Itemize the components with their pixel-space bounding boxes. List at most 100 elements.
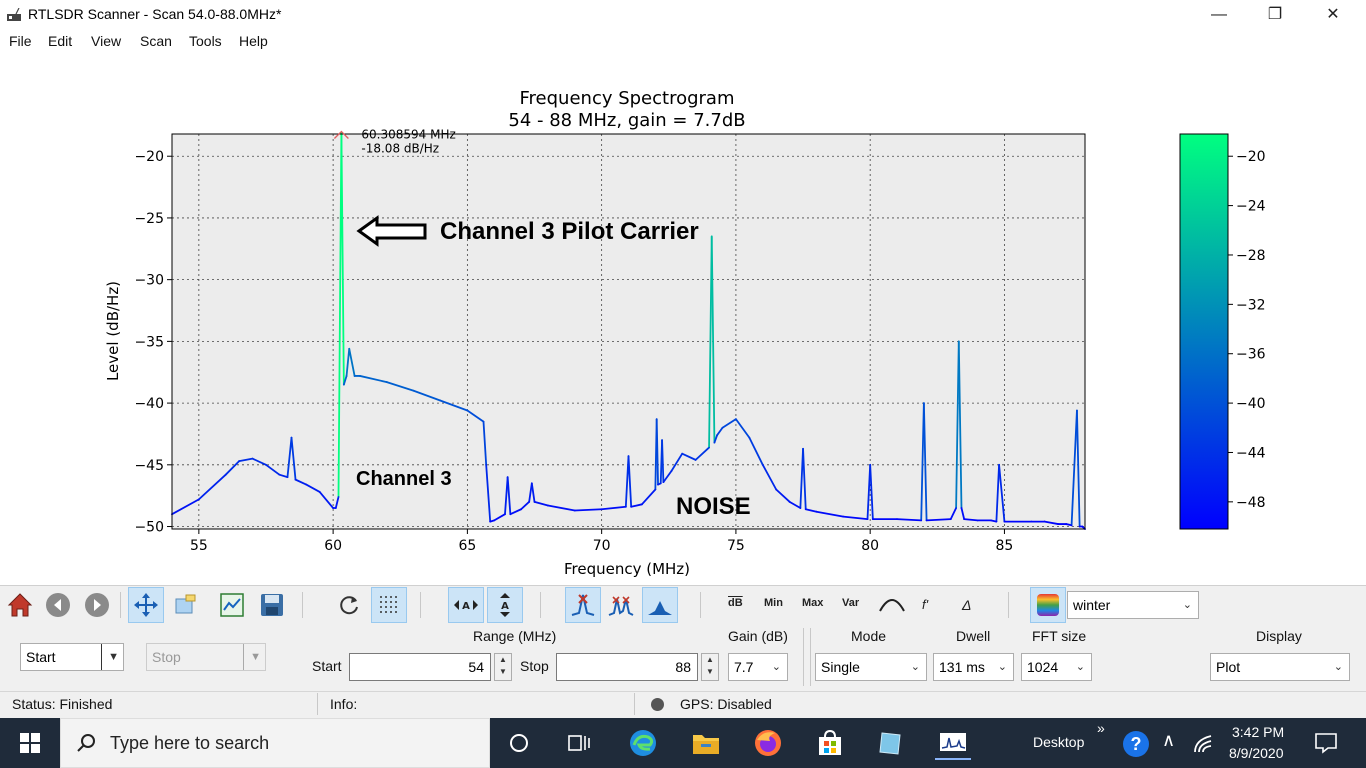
display-label: Display [1256, 628, 1302, 644]
spectrum-chart[interactable]: Frequency Spectrogram 54 - 88 MHz, gain … [2, 55, 1364, 585]
data-point [466, 409, 469, 412]
menu-help[interactable]: Help [239, 33, 268, 49]
colorbar-tick-label: −32 [1236, 297, 1266, 313]
db-button[interactable]: dB [728, 597, 743, 609]
stop-freq-input[interactable]: 88 [556, 653, 698, 681]
close-icon[interactable]: ✕ [1310, 0, 1356, 30]
start-freq-input[interactable]: 54 [349, 653, 491, 681]
data-point [872, 518, 874, 520]
delta-button[interactable]: Δ [962, 597, 971, 613]
notepad-icon[interactable] [872, 726, 908, 760]
data-point [748, 436, 751, 439]
wifi-icon[interactable] [1192, 732, 1214, 754]
x-axis-label: Frequency (MHz) [564, 560, 690, 578]
menu-view[interactable]: View [91, 33, 121, 49]
menu-scan[interactable]: Scan [140, 33, 172, 49]
colorbar-tick-label: −44 [1236, 445, 1266, 461]
start-button-label: Start [26, 649, 56, 665]
fft-size-select[interactable]: 1024 ⌄ [1021, 653, 1092, 681]
data-point [504, 513, 506, 515]
desktop-toolbar-label[interactable]: Desktop [1033, 734, 1084, 750]
notifications-icon[interactable] [1314, 732, 1338, 754]
info-text: Info: [330, 696, 358, 712]
y-tick-label: −40 [134, 396, 164, 412]
file-explorer-icon[interactable] [688, 726, 724, 760]
rtlsdr-scanner-taskbar-icon[interactable] [935, 726, 971, 760]
data-point [710, 235, 713, 238]
search-icon [77, 734, 95, 752]
peaks-icon[interactable] [603, 587, 639, 623]
y-tick-label: −30 [134, 273, 164, 289]
firefox-icon[interactable] [750, 726, 786, 760]
data-point [681, 452, 684, 455]
max-button[interactable]: Max [802, 597, 823, 609]
data-point [627, 455, 630, 457]
y-tick-label: −45 [134, 458, 164, 474]
fit-x-icon[interactable]: A [448, 587, 484, 623]
stop-freq-spinner[interactable]: ▲ ▼ [701, 653, 719, 681]
mode-select[interactable]: Single ⌄ [815, 653, 927, 681]
data-point [600, 508, 603, 511]
grid-icon[interactable] [371, 587, 407, 623]
start-button[interactable]: Start ▼ [20, 643, 124, 671]
stop-button[interactable]: Stop ▼ [146, 643, 266, 671]
smooth-icon[interactable] [874, 587, 910, 623]
data-point [657, 483, 659, 486]
start-freq-spinner[interactable]: ▲ ▼ [494, 653, 512, 681]
menu-edit[interactable]: Edit [48, 33, 72, 49]
start-dropdown-icon[interactable]: ▼ [101, 644, 119, 670]
display-select[interactable]: Plot ⌄ [1210, 653, 1350, 681]
edge-icon[interactable] [625, 726, 661, 760]
help-icon[interactable]: ? [1123, 731, 1149, 757]
x-tick-label: 70 [593, 538, 611, 554]
x-tick-label: 80 [861, 538, 879, 554]
data-point [286, 476, 289, 478]
colorbar-tick-label: −28 [1236, 248, 1266, 264]
data-point [920, 519, 922, 522]
subplot-config-icon[interactable] [214, 587, 250, 623]
data-point [896, 518, 898, 520]
windows-start-icon[interactable] [12, 726, 48, 760]
toolbar-separator [700, 592, 701, 618]
min-button[interactable]: Min [764, 597, 783, 609]
home-icon[interactable] [2, 587, 38, 623]
gain-select[interactable]: 7.7 ⌄ [728, 653, 788, 681]
menu-file[interactable]: File [9, 33, 32, 49]
fill-icon[interactable] [642, 587, 678, 623]
menu-tools[interactable]: Tools [189, 33, 222, 49]
clock-date[interactable]: 8/9/2020 [1229, 745, 1284, 761]
dwell-select[interactable]: 131 ms ⌄ [933, 653, 1014, 681]
data-point [661, 439, 663, 441]
cortana-icon[interactable] [501, 726, 537, 760]
colorbar-ticks: −20 −24 −28 −32 −36 −40 −44 −48 [1228, 149, 1266, 511]
data-point [547, 504, 549, 507]
differentiate-button[interactable]: f' [922, 597, 928, 612]
data-point [662, 481, 665, 483]
zoom-icon[interactable] [166, 587, 202, 623]
pan-icon[interactable] [128, 587, 164, 623]
svg-text:A: A [501, 601, 509, 612]
refresh-icon[interactable] [331, 587, 367, 623]
forward-icon[interactable] [79, 587, 115, 623]
task-view-icon[interactable] [561, 726, 597, 760]
fit-y-icon[interactable]: A [487, 587, 523, 623]
colormap-select[interactable]: winter ⌄ [1067, 591, 1199, 619]
chevron-right-icon[interactable]: » [1097, 720, 1105, 736]
data-point [799, 507, 802, 509]
data-point [775, 488, 777, 491]
colormap-icon[interactable] [1030, 587, 1066, 623]
save-icon[interactable] [254, 587, 290, 623]
restore-icon[interactable]: ❐ [1252, 0, 1298, 30]
var-button[interactable]: Var [842, 597, 859, 609]
minimize-icon[interactable]: — [1196, 0, 1242, 30]
data-point [998, 464, 1000, 466]
data-point [670, 470, 673, 472]
store-icon[interactable] [812, 726, 848, 760]
peak-icon[interactable] [565, 587, 601, 623]
clock-time[interactable]: 3:42 PM [1232, 724, 1284, 740]
data-point [509, 513, 512, 515]
back-icon[interactable] [40, 587, 76, 623]
data-point [721, 426, 724, 429]
data-point [335, 507, 337, 509]
chevron-up-icon[interactable]: ∧ [1162, 730, 1175, 751]
